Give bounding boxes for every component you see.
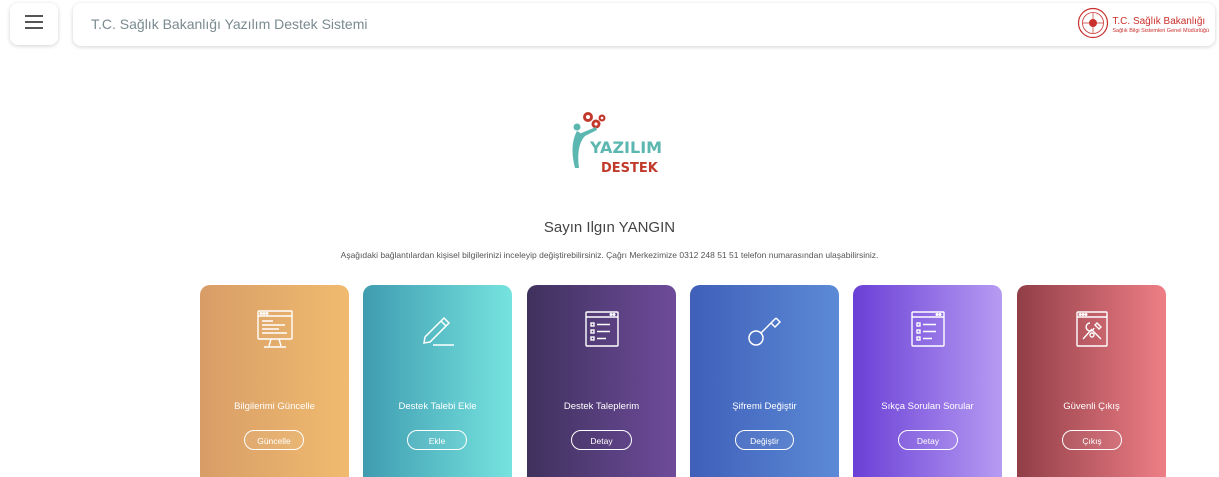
card-title: Bilgilerimi Güncelle bbox=[234, 401, 315, 412]
card-title: Güvenli Çıkış bbox=[1063, 401, 1120, 412]
app-title: T.C. Sağlık Bakanlığı Yazılım Destek Sis… bbox=[91, 16, 368, 32]
ministry-seal-icon bbox=[1077, 7, 1109, 44]
yazilim-destek-logo: YAZILIM DESTEK bbox=[566, 110, 666, 182]
card-update-info[interactable]: Bilgilerimi Güncelle Güncelle bbox=[200, 285, 349, 477]
card-title: Destek Taleplerim bbox=[563, 401, 640, 412]
card-add-support-request[interactable]: Destek Talebi Ekle Ekle bbox=[363, 285, 512, 477]
browser-list-icon bbox=[580, 309, 624, 356]
tools-icon bbox=[1070, 309, 1114, 356]
card-title: Şifremi Değiştir bbox=[732, 401, 797, 412]
monitor-code-icon bbox=[253, 309, 297, 356]
header-bar: T.C. Sağlık Bakanlığı Yazılım Destek Sis… bbox=[73, 3, 1215, 46]
greeting-text: Sayın Ilgın YANGIN bbox=[543, 219, 676, 236]
update-button[interactable]: Güncelle bbox=[244, 430, 304, 450]
brand-name: T.C. Sağlık Bakanlığı bbox=[1112, 15, 1206, 27]
detail-button[interactable]: Detay bbox=[571, 430, 632, 450]
logout-button[interactable]: Çıkış bbox=[1062, 430, 1122, 450]
change-button[interactable]: Değiştir bbox=[735, 430, 794, 450]
browser-list-icon bbox=[906, 309, 950, 356]
card-my-support-requests[interactable]: Destek Taleplerim Detay bbox=[527, 285, 676, 477]
card-grid: Bilgilerimi Güncelle Güncelle Destek Tal… bbox=[200, 285, 1168, 477]
card-secure-logout[interactable]: Güvenli Çıkış Çıkış bbox=[1017, 285, 1166, 477]
card-change-password[interactable]: Şifremi Değiştir Değiştir bbox=[690, 285, 839, 477]
svg-text:YAZILIM: YAZILIM bbox=[589, 138, 662, 157]
brand-subtitle: Sağlık Bilgi Sistemleri Genel Müdürlüğü bbox=[1112, 27, 1209, 34]
key-icon bbox=[743, 309, 787, 356]
hamburger-icon bbox=[25, 14, 43, 34]
card-title: Destek Talebi Ekle bbox=[398, 401, 477, 412]
card-title: Sıkça Sorulan Sorular bbox=[881, 401, 974, 412]
svg-text:DESTEK: DESTEK bbox=[601, 161, 659, 176]
add-button[interactable]: Ekle bbox=[407, 430, 467, 450]
card-faq[interactable]: Sıkça Sorulan Sorular Detay bbox=[853, 285, 1002, 477]
info-text: Aşağıdaki bağlantılardan kişisel bilgile… bbox=[340, 250, 879, 260]
ministry-brand[interactable]: T.C. Sağlık Bakanlığı Sağlık Bilgi Siste… bbox=[1077, 7, 1209, 44]
pen-icon bbox=[416, 309, 460, 356]
faq-detail-button[interactable]: Detay bbox=[898, 430, 958, 450]
menu-button[interactable] bbox=[10, 3, 58, 45]
